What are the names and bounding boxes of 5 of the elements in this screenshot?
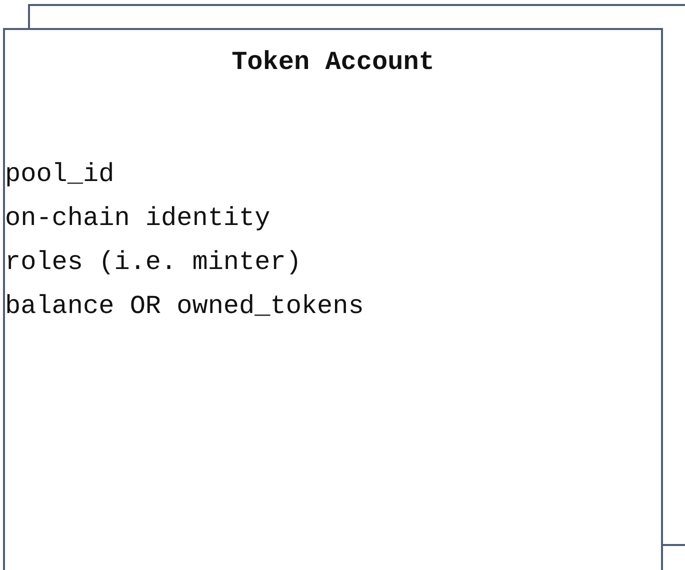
field-label: on-chain identity: [5, 202, 270, 235]
card-title: Token Account: [230, 46, 436, 79]
field-label: balance OR owned_tokens: [5, 290, 364, 323]
field-label: roles (i.e. minter): [5, 246, 302, 279]
field-label: pool_id: [5, 158, 114, 191]
